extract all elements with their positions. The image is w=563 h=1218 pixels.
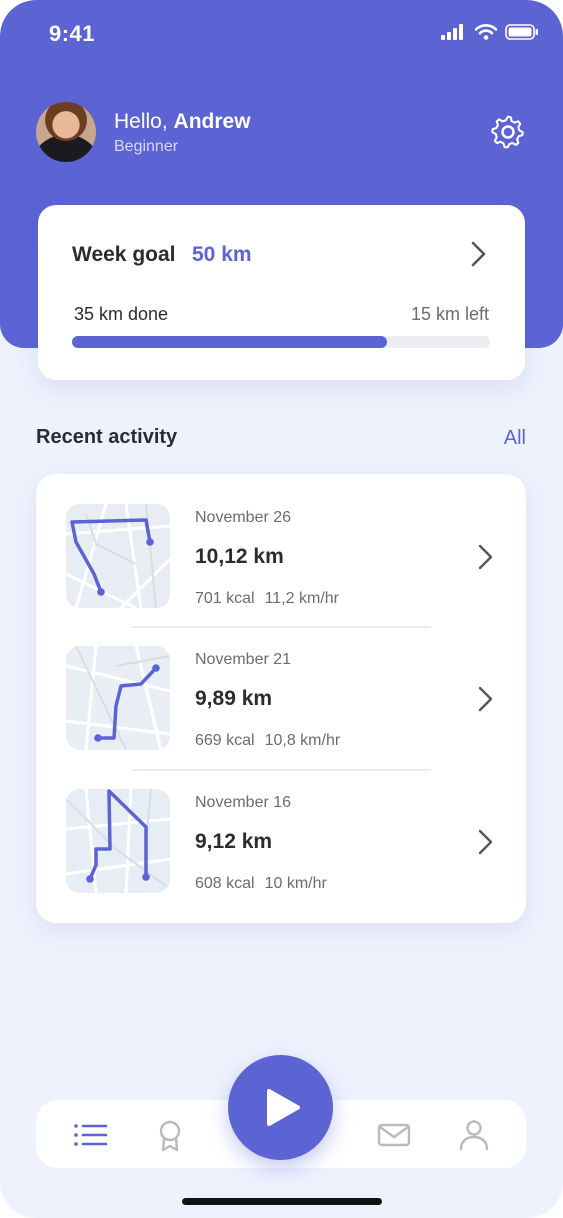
- list-icon[interactable]: [72, 1118, 108, 1152]
- mail-icon[interactable]: [376, 1118, 412, 1152]
- activity-distance: 10,12 km: [195, 545, 284, 568]
- chevron-right-icon: [478, 686, 493, 712]
- chevron-right-icon: [478, 544, 493, 570]
- activity-item[interactable]: November 21 9,89 km 669 kcal 10,8 km/hr: [36, 616, 526, 758]
- battery-icon: [505, 24, 538, 40]
- chevron-right-icon: [471, 241, 486, 267]
- user-name: Andrew: [173, 110, 251, 133]
- activity-date: November 16: [195, 794, 292, 811]
- activity-stats: 669 kcal 10,8 km/hr: [195, 732, 340, 750]
- chevron-right-icon: [478, 829, 493, 855]
- activity-kcal: 669 kcal: [195, 732, 255, 749]
- award-icon[interactable]: [152, 1118, 188, 1152]
- status-time: 9:41: [49, 21, 96, 46]
- goal-title: Week goal: [72, 243, 176, 266]
- activity-stats: 608 kcal 10 km/hr: [195, 875, 327, 893]
- profile-icon[interactable]: [456, 1118, 492, 1152]
- goal-done-label: 35 km done: [74, 304, 169, 324]
- activity-item[interactable]: November 26 10,12 km 701 kcal 11,2 km/hr: [36, 474, 526, 616]
- app-screen: 9:41 Hello, Andrew Beginner Week goal 50…: [0, 0, 563, 1218]
- activity-distance: 9,89 km: [195, 687, 273, 710]
- activity-date: November 21: [195, 651, 292, 668]
- user-level: Beginner: [114, 138, 179, 155]
- home-indicator: [182, 1198, 382, 1205]
- goal-progress-bar: [72, 336, 490, 348]
- activity-speed: 10,8 km/hr: [264, 732, 341, 749]
- start-run-button[interactable]: [228, 1055, 333, 1160]
- see-all-link[interactable]: All: [504, 427, 526, 450]
- activity-date: November 26: [195, 509, 292, 526]
- activity-stats: 701 kcal 11,2 km/hr: [195, 590, 339, 608]
- goal-left-label: 15 km left: [410, 304, 489, 324]
- wifi-icon: [475, 24, 497, 40]
- play-icon: [267, 1089, 300, 1126]
- signal-icon: [441, 24, 463, 40]
- route-map: [66, 504, 170, 608]
- activity-list: November 26 10,12 km 701 kcal 11,2 km/hr: [36, 474, 526, 923]
- recent-activity-title: Recent activity: [36, 426, 178, 448]
- goal-progress-fill: [72, 336, 387, 348]
- settings-button[interactable]: [488, 112, 528, 152]
- activity-speed: 10 km/hr: [264, 875, 327, 892]
- activity-speed: 11,2 km/hr: [264, 590, 339, 607]
- week-goal-card[interactable]: Week goal 50 km 35 km done 15 km left: [38, 205, 525, 380]
- status-icons: [441, 24, 539, 40]
- goal-value: 50 km: [192, 243, 252, 266]
- activity-kcal: 608 kcal: [195, 875, 255, 892]
- route-map-graphic: [66, 789, 170, 893]
- route-map-graphic: [66, 646, 170, 750]
- activity-item[interactable]: November 16 9,12 km 608 kcal 10 km/hr: [36, 759, 526, 901]
- activity-distance: 9,12 km: [195, 830, 273, 853]
- gear-icon: [491, 115, 524, 149]
- avatar[interactable]: [36, 102, 96, 162]
- route-map: [66, 789, 170, 893]
- greeting: Hello, Andrew: [114, 110, 251, 134]
- route-map: [66, 646, 170, 750]
- greeting-text: Hello,: [114, 110, 168, 133]
- route-map-graphic: [66, 504, 170, 608]
- activity-kcal: 701 kcal: [195, 590, 255, 607]
